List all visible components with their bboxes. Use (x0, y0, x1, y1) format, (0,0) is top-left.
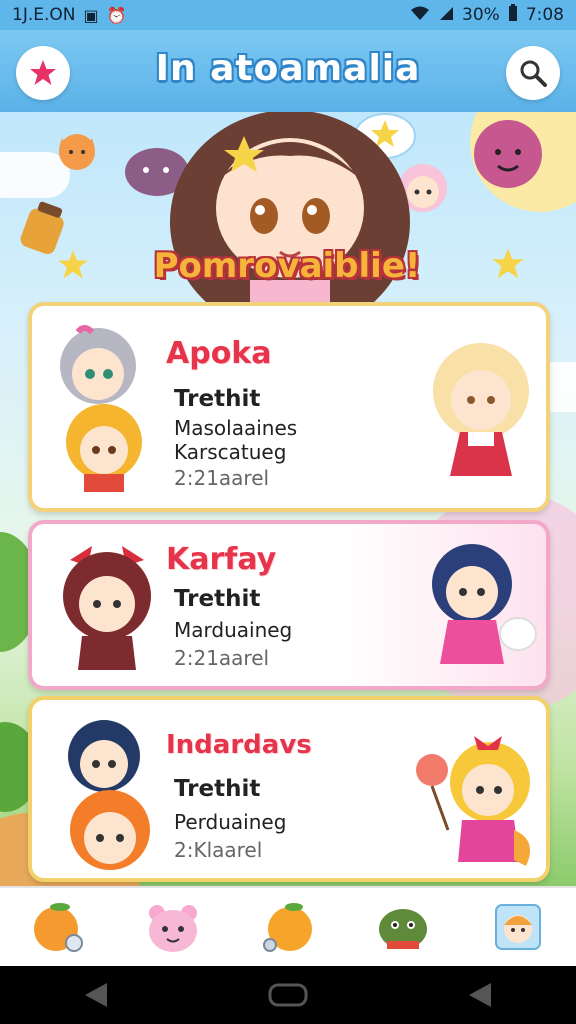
orange-icon (262, 903, 312, 952)
search-button[interactable] (506, 46, 560, 100)
photo-character-icon (495, 904, 542, 950)
tab-green-frog[interactable] (371, 895, 435, 959)
back-button[interactable] (66, 975, 126, 1015)
character-card[interactable]: Apoka Trethit Masolaaines Karscatueg 2:2… (28, 302, 550, 512)
card-detail: Masolaaines (174, 416, 298, 440)
pink-bear-icon (148, 905, 197, 952)
green-frog-icon (379, 909, 428, 949)
app-header: In atoamalia (0, 30, 576, 112)
battery-percent: 30% (462, 5, 500, 25)
recents-icon (469, 983, 491, 1007)
tab-photo-character[interactable] (486, 895, 550, 959)
status-right: 30% 7:08 (410, 4, 564, 26)
star-icon (30, 60, 56, 85)
status-bar: 1J.E.ON ▣ ⏰ 30% 7:08 (0, 0, 576, 30)
redhair-girl-avatar (63, 546, 151, 670)
system-nav-bar (0, 966, 576, 1024)
signal-icon (438, 5, 454, 25)
status-left: 1J.E.ON ▣ ⏰ (12, 5, 127, 25)
tab-orange-fruit[interactable] (26, 895, 90, 959)
blonde-girl-balloon-illustration (416, 736, 530, 866)
star-decoration-icon (492, 248, 524, 279)
orange-fruit-icon (33, 903, 83, 952)
bottom-tab-bar (0, 886, 576, 966)
main-scene: Pomrovaiblie! Apoka Trethit Masolaaines … (0, 112, 576, 886)
tab-orange[interactable] (256, 895, 320, 959)
card-detail: Karscatueg (174, 440, 287, 464)
recents-button[interactable] (450, 975, 510, 1015)
character-card[interactable]: Indardavs Trethit Perduaineg 2:Klaarel (28, 696, 550, 882)
wifi-icon (410, 5, 430, 25)
star-decoration-icon (58, 250, 88, 279)
tab-pink-bear[interactable] (141, 895, 205, 959)
card-subtitle: Trethit (174, 776, 261, 802)
card-detail: Marduaineg (174, 618, 293, 642)
home-icon (268, 983, 308, 1007)
back-icon (85, 983, 107, 1007)
bluehair-girl-illustration (432, 544, 537, 664)
card-character-name: Indardavs (166, 730, 312, 760)
character-group-avatar (60, 325, 142, 492)
status-time-text: 1J.E.ON (12, 5, 76, 25)
blonde-girl-illustration (433, 343, 529, 476)
favorites-button[interactable] (16, 46, 70, 100)
cat-face-icon (59, 134, 95, 170)
home-button[interactable] (258, 975, 318, 1015)
alarm-icon: ⏰ (106, 5, 127, 25)
search-icon (520, 60, 547, 87)
card-detail: Perduaineg (174, 810, 287, 834)
promo-banner[interactable]: Pomrovaiblie! (142, 236, 432, 296)
character-pair-avatar (68, 720, 150, 870)
character-card[interactable]: Karfay Trethit Marduaineg 2:21aarel (28, 520, 550, 690)
pink-ghost-icon (474, 120, 542, 188)
card-meta: 2:21aarel (174, 466, 270, 490)
status-clock: 7:08 (525, 5, 564, 25)
card-meta: 2:Klaarel (174, 838, 263, 862)
card-subtitle: Trethit (174, 386, 261, 412)
card-subtitle: Trethit (174, 586, 261, 612)
card-meta: 2:21aarel (174, 646, 270, 670)
card-character-name: Apoka (166, 336, 272, 371)
card-character-name: Karfay (166, 542, 277, 577)
battery-icon (508, 4, 518, 26)
app-title: In atoamalia (155, 48, 421, 89)
notification-icon: ▣ (83, 5, 99, 25)
